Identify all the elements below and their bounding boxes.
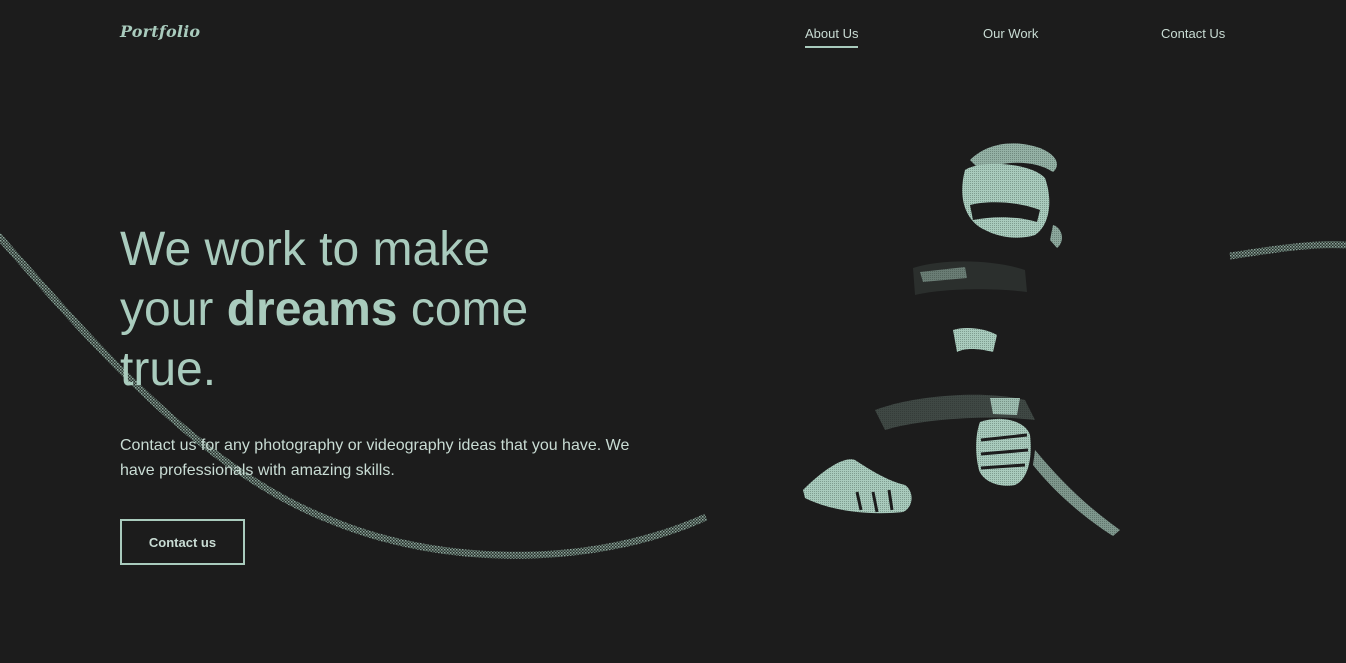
photographer-image xyxy=(803,143,1120,536)
headline-emphasis: dreams xyxy=(226,283,398,336)
contact-us-button[interactable]: Contact us xyxy=(120,519,245,565)
page: Portfolio About Us Our Work Contact Us W… xyxy=(0,0,1346,663)
main-nav: About Us Our Work Contact Us xyxy=(0,26,1346,50)
nav-item-about-us[interactable]: About Us xyxy=(805,26,859,48)
hero-subtext: Contact us for any photography or videog… xyxy=(120,437,630,479)
hero-headline: We work to make your dreams come true. xyxy=(120,220,590,400)
nav-item-contact-us[interactable]: Contact Us xyxy=(1161,26,1225,42)
nav-item-our-work[interactable]: Our Work xyxy=(983,26,1038,42)
